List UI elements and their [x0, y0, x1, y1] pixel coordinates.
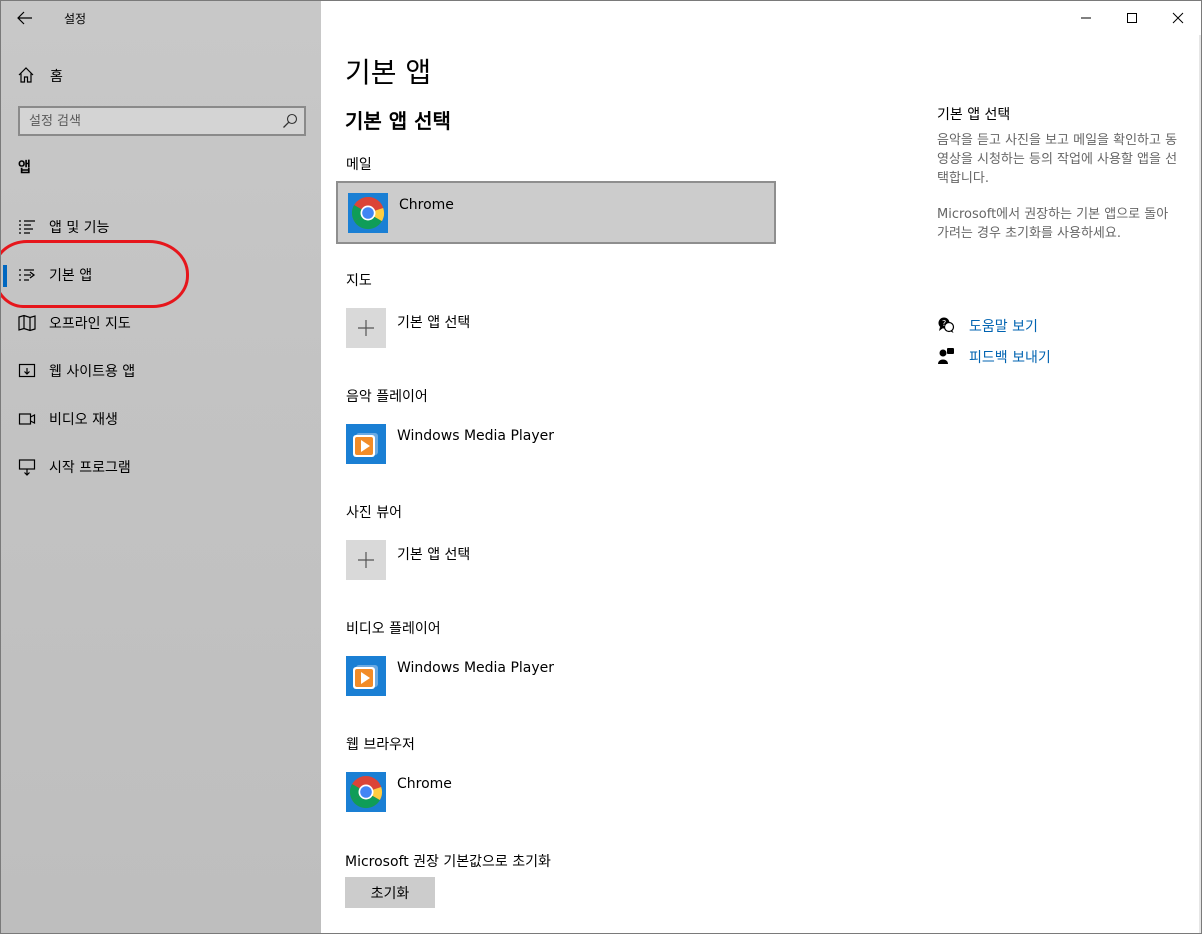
minimize-button[interactable] [1063, 1, 1109, 35]
app-name: Chrome [397, 776, 452, 792]
help-link-label[interactable]: 도움말 보기 [969, 316, 1038, 336]
back-arrow-icon [17, 11, 32, 25]
sidebar-item-label: 앱 및 기능 [49, 220, 110, 236]
default-app-browser-tile[interactable]: Chrome [336, 762, 776, 825]
sidebar-item-home[interactable]: 홈 [1, 57, 321, 93]
maximize-icon [1127, 13, 1137, 23]
window-controls [1063, 1, 1201, 35]
settings-window: 설정 홈 앱 앱 및 기능 [0, 0, 1202, 934]
sidebar-nav: 앱 및 기능 기본 앱 오프라인 지도 웹 사이트용 앱 비디오 재생 시작 프… [1, 205, 321, 493]
sidebar-item-apps-for-websites[interactable]: 웹 사이트용 앱 [1, 349, 321, 397]
home-icon [18, 67, 34, 83]
svg-text:?: ? [942, 319, 946, 328]
sidebar-item-label: 기본 앱 [49, 268, 93, 284]
app-title: 설정 [64, 12, 87, 26]
side-panel-title: 기본 앱 선택 [937, 107, 1011, 123]
app-name: 기본 앱 선택 [397, 315, 471, 331]
sidebar-item-default-apps[interactable]: 기본 앱 [1, 253, 321, 301]
app-name: Chrome [399, 197, 454, 213]
feedback-person-icon [938, 348, 954, 364]
apps-for-websites-icon [18, 363, 36, 378]
sidebar-item-label: 웹 사이트용 앱 [49, 364, 136, 380]
default-app-photo-tile[interactable]: 기본 앱 선택 [336, 530, 776, 593]
sidebar-item-apps-features[interactable]: 앱 및 기능 [1, 205, 321, 253]
apps-features-icon [19, 220, 35, 234]
minimize-icon [1081, 17, 1091, 19]
default-apps-icon [19, 269, 36, 281]
default-app-video-tile[interactable]: Windows Media Player [336, 646, 776, 709]
page-title: 기본 앱 [345, 56, 432, 89]
default-app-music-tile[interactable]: Windows Media Player [336, 414, 776, 477]
home-label: 홈 [50, 69, 63, 85]
plus-icon [346, 308, 386, 348]
app-name: 기본 앱 선택 [397, 547, 471, 563]
side-panel-description-reset: Microsoft에서 권장하는 기본 앱으로 돌아가려는 경우 초기화를 사용… [937, 207, 1169, 241]
offline-maps-icon [18, 314, 36, 332]
help-chat-icon: ? [938, 317, 955, 333]
sidebar-item-startup[interactable]: 시작 프로그램 [1, 445, 321, 493]
section-subtitle: 기본 앱 선택 [345, 109, 451, 133]
category-label-video-player: 비디오 플레이어 [346, 621, 441, 637]
windows-media-player-icon [346, 656, 386, 696]
default-app-maps-tile[interactable]: 기본 앱 선택 [336, 298, 776, 361]
back-button[interactable] [9, 3, 41, 33]
titlebar-left: 설정 [1, 1, 321, 35]
app-name: Windows Media Player [397, 660, 555, 676]
windows-media-player-icon [346, 424, 386, 464]
search-icon[interactable] [282, 113, 298, 129]
maximize-button[interactable] [1109, 1, 1155, 35]
section-title-apps: 앱 [18, 160, 31, 176]
startup-icon [18, 459, 36, 476]
active-indicator [3, 265, 7, 287]
scrollbar-track[interactable] [1199, 35, 1201, 933]
reset-label: Microsoft 권장 기본값으로 초기화 [345, 854, 551, 870]
search-input[interactable] [20, 108, 270, 134]
close-button[interactable] [1155, 1, 1201, 35]
search-box[interactable] [18, 106, 306, 136]
side-panel-description: 음악을 듣고 사진을 보고 메일을 확인하고 동영상을 시청하는 등의 작업에 … [937, 133, 1178, 186]
sidebar-item-label: 오프라인 지도 [49, 316, 131, 332]
category-label-maps: 지도 [346, 273, 372, 289]
close-icon [1172, 12, 1184, 24]
app-name: Windows Media Player [397, 428, 555, 444]
category-label-photo-viewer: 사진 뷰어 [346, 505, 402, 521]
category-label-music-player: 음악 플레이어 [346, 389, 428, 405]
sidebar-item-offline-maps[interactable]: 오프라인 지도 [1, 301, 321, 349]
sidebar: 설정 홈 앱 앱 및 기능 [1, 1, 321, 933]
category-label-mail: 메일 [346, 157, 372, 173]
plus-icon [346, 540, 386, 580]
sidebar-item-label: 시작 프로그램 [49, 460, 131, 476]
default-app-mail-tile[interactable]: Chrome [336, 181, 776, 244]
feedback-link-label[interactable]: 피드백 보내기 [969, 347, 1051, 367]
chrome-icon [348, 193, 388, 233]
sidebar-item-video-playback[interactable]: 비디오 재생 [1, 397, 321, 445]
reset-button[interactable]: 초기화 [345, 877, 435, 908]
chrome-icon [346, 772, 386, 812]
video-playback-icon [18, 413, 36, 425]
sidebar-item-label: 비디오 재생 [49, 412, 118, 428]
category-label-web-browser: 웹 브라우저 [346, 737, 415, 753]
main-content: 기본 앱 기본 앱 선택 메일 Chrome 지도 기본 앱 선택 음악 플레이… [321, 1, 1201, 933]
